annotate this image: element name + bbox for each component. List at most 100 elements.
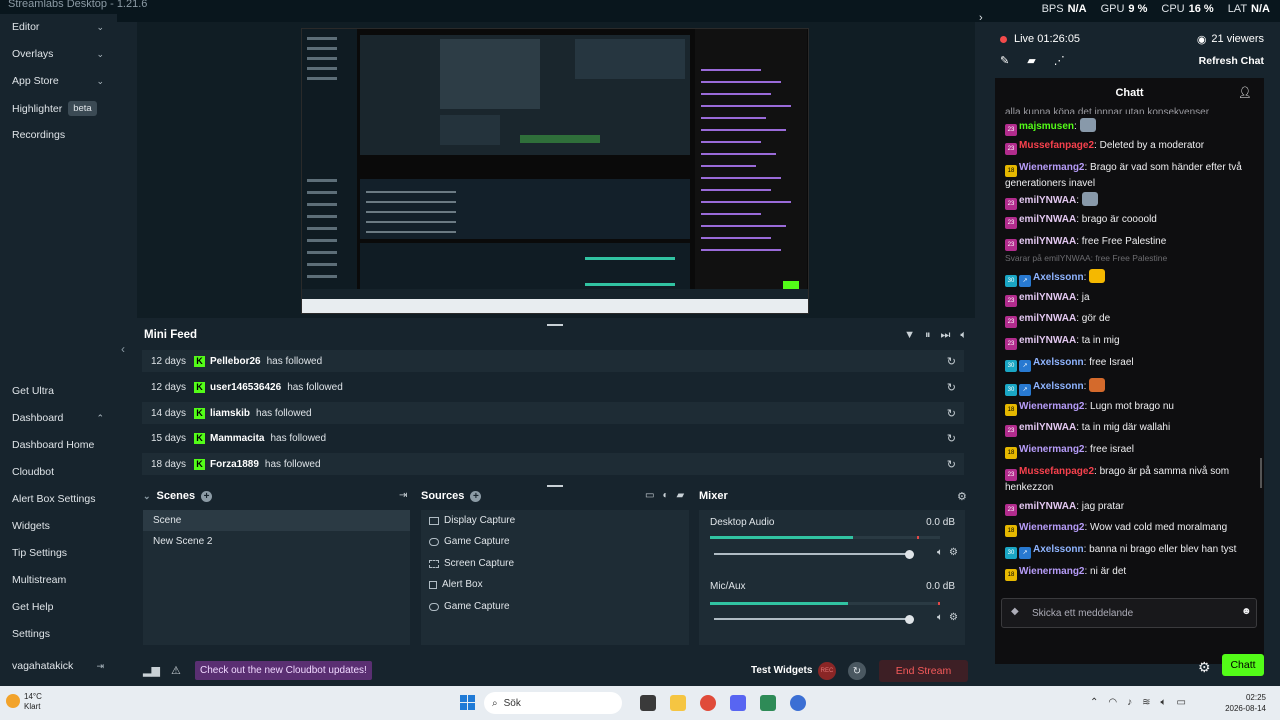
replay-icon[interactable]: ↻ — [947, 458, 956, 471]
sidebar-item-app-store[interactable]: App Store ⌄ — [12, 75, 112, 87]
warning-icon[interactable]: ⚠ — [171, 664, 181, 677]
sidebar-item-overlays[interactable]: Overlays ⌄ — [12, 48, 112, 60]
chat-username: Mussefanpage2 — [1019, 140, 1095, 151]
send-chat-button[interactable]: Chatt — [1222, 654, 1264, 676]
replay-icon[interactable]: ↻ — [947, 355, 956, 368]
sidebar-item-multistream[interactable]: Multistream — [12, 574, 66, 586]
sidebar-item-dashboard-home[interactable]: Dashboard Home — [12, 439, 94, 451]
chevron-down-icon: ⌄ — [96, 21, 104, 32]
sidebar-item-settings[interactable]: Settings — [12, 628, 50, 640]
pause-icon[interactable]: ⏸ — [925, 329, 931, 342]
sub-badge-icon: 23 — [1005, 143, 1017, 155]
windows-start-icon[interactable] — [460, 695, 476, 711]
shield-icon: ◆ — [1011, 606, 1019, 617]
sub-badge-icon: 23 — [1005, 338, 1017, 350]
add-scene-button[interactable]: + — [201, 490, 213, 502]
volume-slider[interactable] — [714, 614, 914, 624]
emoji-icon[interactable]: ☻ — [1241, 606, 1254, 617]
sidebar-item-highlighter[interactable]: Highlighter beta — [12, 101, 97, 116]
share-icon[interactable]: ⋰ — [1054, 54, 1065, 67]
sidebar-item-tip-settings[interactable]: Tip Settings — [12, 547, 67, 559]
mic-icon[interactable]: ♪ — [1127, 697, 1132, 708]
source-item[interactable]: Display Capture — [429, 515, 515, 526]
end-stream-button[interactable]: End Stream — [879, 660, 968, 682]
volume-icon[interactable]: 🔈︎ — [960, 329, 967, 342]
speaker-icon[interactable]: 🔈︎ — [937, 547, 943, 558]
chrome-icon[interactable] — [700, 695, 716, 711]
task-view-icon[interactable] — [640, 695, 656, 711]
slider-knob[interactable] — [905, 614, 914, 624]
filter-icon[interactable]: ▼ — [904, 329, 915, 342]
add-source-button[interactable]: + — [470, 490, 482, 502]
moderator-badge-icon: ↗ — [1019, 547, 1031, 559]
folder-icon[interactable]: ▰ — [677, 490, 685, 501]
chat-settings-icon[interactable]: ⚙ — [1198, 659, 1211, 676]
gear-icon[interactable]: ⚙ — [949, 612, 958, 623]
replay-icon[interactable]: ↻ — [947, 381, 956, 394]
collapse-chat-icon[interactable]: › — [979, 12, 983, 24]
scene-item[interactable]: New Scene 2 — [143, 531, 410, 552]
file-explorer-icon[interactable] — [670, 695, 686, 711]
group-icon[interactable]: ◐ — [662, 490, 668, 501]
source-item[interactable]: Game Capture — [429, 601, 510, 612]
replay-buffer-icon[interactable]: ↻ — [848, 662, 866, 680]
chat-message: 23 emilYNWAA: brago är coooold — [1005, 213, 1255, 229]
refresh-chat-button[interactable]: Refresh Chat — [1199, 55, 1264, 67]
pencil-icon[interactable]: ✎ — [1000, 54, 1009, 67]
slider-knob[interactable] — [905, 549, 914, 559]
transition-icon[interactable]: ⇥ — [399, 490, 407, 501]
sidebar-item-recordings[interactable]: Recordings — [12, 129, 65, 141]
clock[interactable]: 02:25 2026-08-14 — [1225, 692, 1266, 714]
battery-icon[interactable]: ▭ — [1177, 697, 1186, 708]
discord-icon[interactable] — [730, 695, 746, 711]
selective-recording-icon[interactable]: ▭ — [645, 490, 654, 501]
chat-message: 23 emilYNWAA: jag pratar — [1005, 500, 1255, 516]
sub-badge-icon: 18 — [1005, 404, 1017, 416]
cloudbot-banner[interactable]: Check out the new Cloudbot updates! — [195, 661, 372, 680]
collapse-sidebar-icon[interactable]: ‹ — [121, 342, 125, 356]
resize-handle[interactable] — [547, 485, 563, 487]
sidebar-item-get-help[interactable]: Get Help — [12, 601, 53, 613]
chat-scrollbar[interactable] — [1260, 458, 1262, 488]
replay-icon[interactable]: ↻ — [947, 407, 956, 420]
source-item[interactable]: Game Capture — [429, 536, 510, 547]
weather-widget[interactable]: 14°C Klart — [6, 692, 42, 712]
sidebar-item-widgets[interactable]: Widgets — [12, 520, 50, 532]
gear-icon[interactable]: ⚙ — [949, 547, 958, 558]
sidebar-user[interactable]: vagahatakick ⇥ — [12, 660, 112, 672]
sidebar-item-cloudbot[interactable]: Cloudbot — [12, 466, 54, 478]
source-item[interactable]: Alert Box — [429, 579, 483, 590]
skip-icon[interactable]: ⏭ — [940, 329, 950, 342]
chat-text: ta in mig — [1081, 335, 1120, 346]
chevron-up-icon[interactable]: ⌃ — [1090, 697, 1098, 708]
scene-item[interactable]: Scene — [143, 510, 410, 531]
sidebar-item-dashboard[interactable]: Dashboard ⌃ — [12, 412, 112, 424]
chat-input[interactable]: Skicka ett meddelande — [1001, 598, 1257, 628]
speaker-icon[interactable]: 🔈︎ — [937, 612, 943, 623]
kick-icon: K — [194, 355, 205, 367]
logout-icon[interactable]: ⇥ — [96, 661, 104, 672]
chat-username: Axelssonn — [1033, 357, 1084, 368]
sidebar-item-alert-box-settings[interactable]: Alert Box Settings — [12, 493, 95, 505]
chat-tools: ✎ ▰ ⋰ — [1000, 54, 1065, 67]
sidebar-item-get-ultra[interactable]: Get Ultra — [12, 385, 54, 397]
record-button[interactable]: REC — [818, 662, 836, 680]
chat-username: Axelssonn — [1033, 272, 1084, 283]
network-icon[interactable]: ◠ — [1108, 697, 1117, 708]
test-widgets-button[interactable]: Test Widgets — [751, 665, 812, 676]
collapse-icon[interactable]: ⌄ — [143, 491, 151, 502]
volume-slider[interactable] — [714, 549, 914, 559]
speaker-icon[interactable]: 🔈︎ — [1161, 697, 1167, 708]
wifi-icon[interactable]: ≋ — [1142, 697, 1150, 708]
stream-preview[interactable] — [137, 22, 975, 318]
taskbar-search[interactable]: ⌕ Sök — [484, 692, 622, 714]
app-icon[interactable] — [760, 695, 776, 711]
source-item[interactable]: Screen Capture — [429, 558, 514, 569]
replay-icon[interactable]: ↻ — [947, 432, 956, 445]
folder-icon[interactable]: ▰ — [1027, 54, 1035, 67]
gear-icon[interactable]: ⚙ — [957, 490, 967, 503]
stats-icon[interactable]: ▂▆ — [143, 664, 160, 677]
sidebar-item-editor[interactable]: Editor ⌄ — [12, 21, 112, 33]
users-icon[interactable]: 👤︎ — [1238, 86, 1252, 99]
streamlabs-icon[interactable] — [790, 695, 806, 711]
